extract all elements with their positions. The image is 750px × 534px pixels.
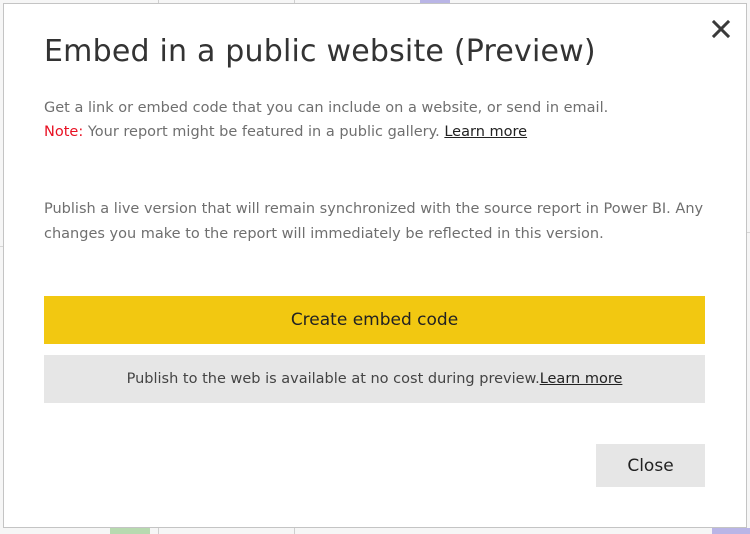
description-text: Publish a live version that will remain … [44,201,704,242]
background-visual [110,528,150,534]
preview-info-bar: Publish to the web is available at no co… [44,355,705,403]
note-line: Note: Your report might be featured in a… [44,120,704,144]
note-label: Note: [44,124,84,140]
close-button[interactable]: Close [596,444,705,487]
embed-dialog: Embed in a public website (Preview) Get … [3,3,747,528]
background-visual [712,528,750,534]
background-divider [294,528,295,534]
intro-text: Get a link or embed code that you can in… [44,100,609,116]
background-divider [158,528,159,534]
create-embed-code-button[interactable]: Create embed code [44,296,705,344]
info-text: Publish to the web is available at no co… [126,371,540,387]
info-learn-more-link[interactable]: Learn more [540,371,623,387]
close-icon[interactable] [710,18,732,40]
note-text: Your report might be featured in a publi… [83,124,445,140]
note-learn-more-link[interactable]: Learn more [444,124,527,140]
intro-text-block: Get a link or embed code that you can in… [44,96,704,144]
dialog-title: Embed in a public website (Preview) [44,34,596,69]
